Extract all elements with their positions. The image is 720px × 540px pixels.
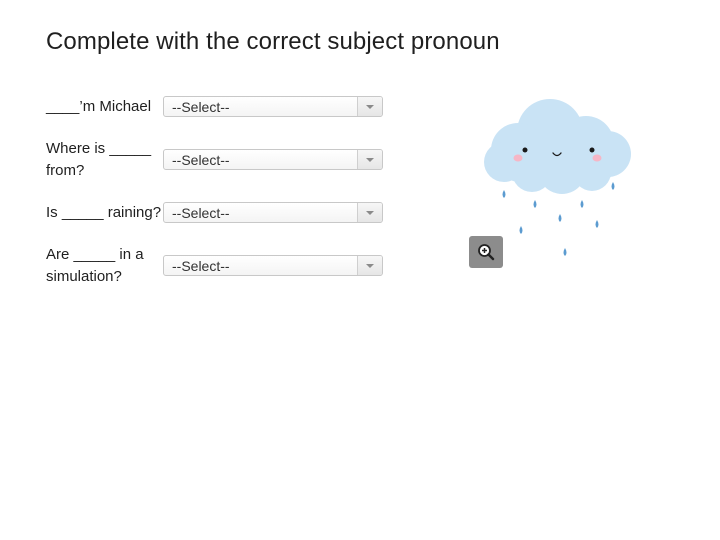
question-4-select-toggle[interactable] xyxy=(357,256,382,275)
question-1-select-toggle[interactable] xyxy=(357,97,382,116)
chevron-down-icon xyxy=(366,158,374,162)
question-2-text: Where is _____ from? xyxy=(46,140,152,179)
question-4-select[interactable]: --Select-- xyxy=(163,255,383,276)
question-3-text: Is _____ raining? xyxy=(46,204,162,221)
zoom-in-icon xyxy=(478,244,495,261)
exercise-page: Complete with the correct subject pronou… xyxy=(0,0,720,540)
question-2-select-toggle[interactable] xyxy=(357,150,382,169)
question-4-text: Are _____ in a simulation? xyxy=(46,246,144,285)
question-1-text: ____’m Michael xyxy=(46,98,152,115)
question-4-select-value: --Select-- xyxy=(172,258,230,274)
question-1-select[interactable]: --Select-- xyxy=(163,96,383,117)
question-2-select-value: --Select-- xyxy=(172,152,230,168)
question-3-select-toggle[interactable] xyxy=(357,203,382,222)
zoom-image-button[interactable] xyxy=(469,236,503,268)
question-1-select-value: --Select-- xyxy=(172,99,230,115)
question-3-select[interactable]: --Select-- xyxy=(163,202,383,223)
question-3-select-value: --Select-- xyxy=(172,205,230,221)
chevron-down-icon xyxy=(366,211,374,215)
chevron-down-icon xyxy=(366,264,374,268)
question-2-select[interactable]: --Select-- xyxy=(163,149,383,170)
page-title: Complete with the correct subject pronou… xyxy=(46,28,500,55)
chevron-down-icon xyxy=(366,105,374,109)
